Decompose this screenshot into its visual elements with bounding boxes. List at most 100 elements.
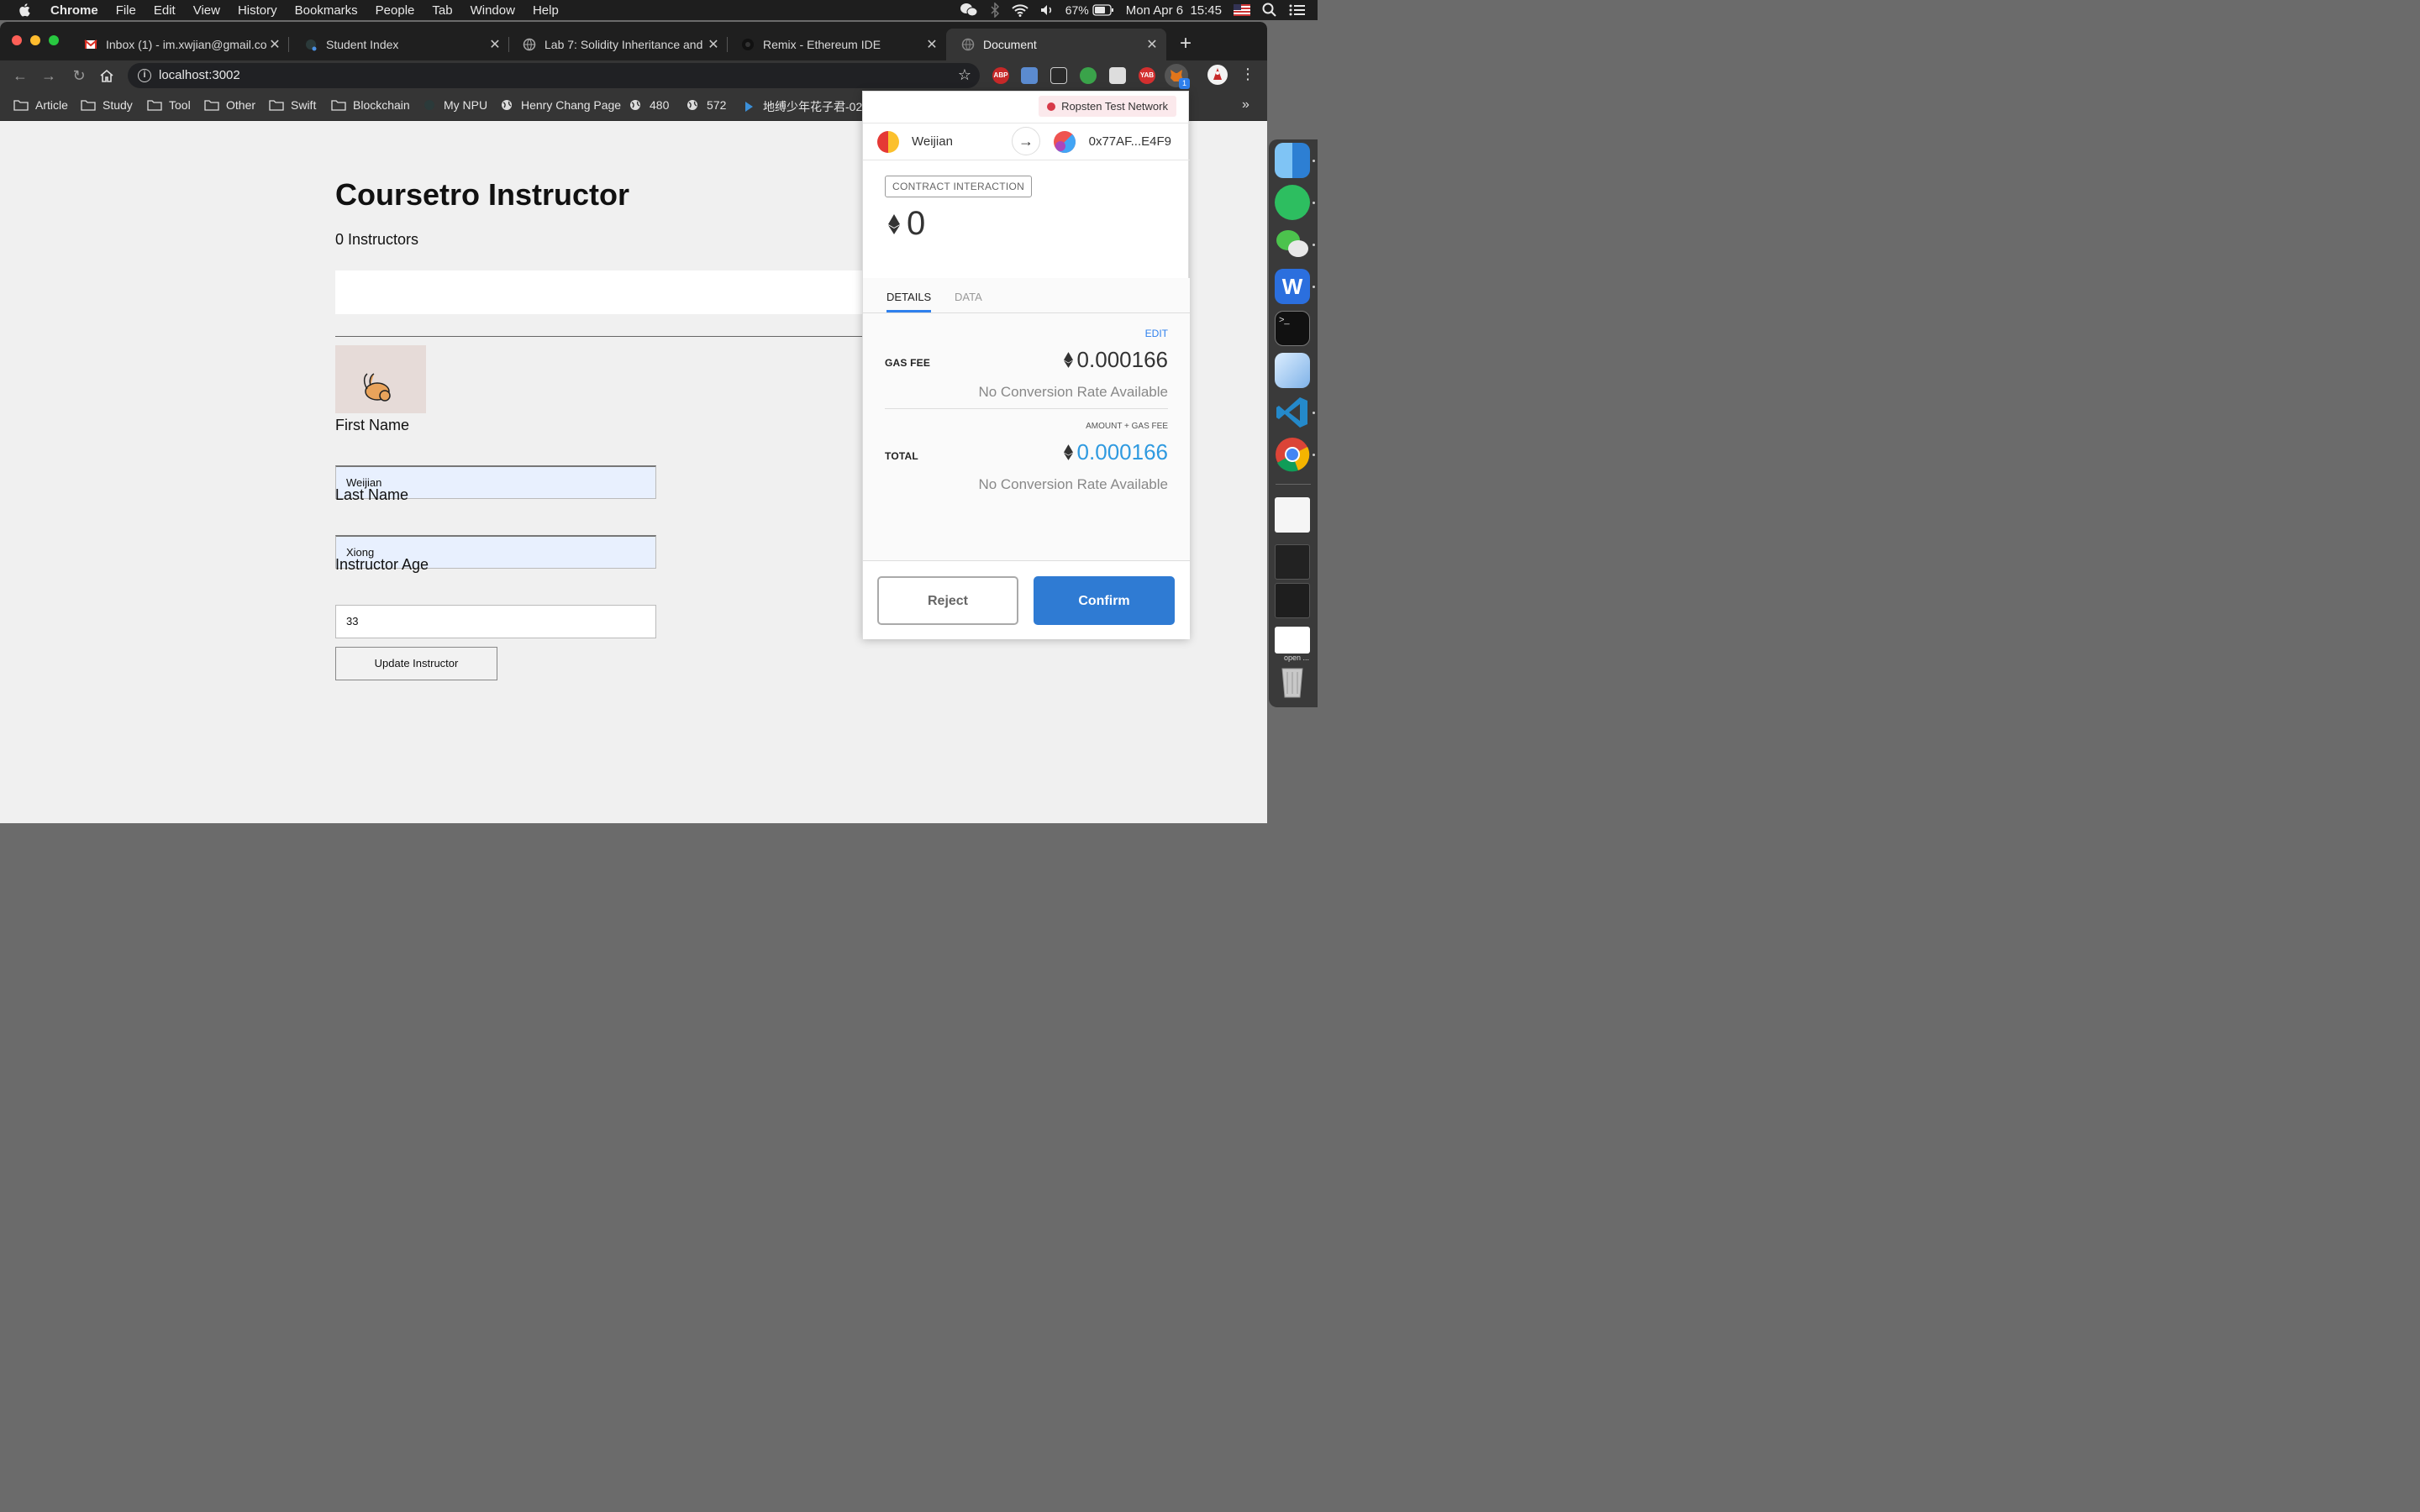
evernote-icon[interactable] [1275,185,1310,220]
menu-tab[interactable]: Tab [432,3,452,18]
minimize-window-button[interactable] [30,35,40,45]
tab-student-index[interactable]: Student Index ✕ [289,29,509,60]
folder-icon [331,100,346,111]
bookmark-article[interactable]: Article [13,98,68,112]
bookmark-572[interactable]: 572 [685,98,726,112]
confirm-button[interactable]: Confirm [1034,576,1175,625]
wechat-status-icon[interactable] [960,3,978,18]
volume-icon[interactable] [1040,3,1054,17]
tab-details[interactable]: DETAILS [886,291,932,312]
wechat-icon[interactable] [1275,227,1310,262]
tab-data[interactable]: DATA [955,291,982,303]
bookmark-henry-chang[interactable]: Henry Chang Page [499,98,621,112]
instructor-age-input[interactable]: 33 [335,605,656,638]
bookmark-blockchain[interactable]: Blockchain [331,98,410,112]
npu-icon [424,100,434,110]
url-text[interactable]: localhost:3002 [159,68,240,82]
menu-bookmarks[interactable]: Bookmarks [295,3,358,18]
bookmark-my-npu[interactable]: My NPU [422,98,487,112]
new-tab-button[interactable]: + [1175,34,1197,55]
terminal-icon[interactable]: >_ [1275,311,1310,346]
close-window-button[interactable] [12,35,22,45]
network-selector[interactable]: Ropsten Test Network [1039,96,1176,117]
gas-fee-conversion: No Conversion Rate Available [978,384,1168,400]
menu-history[interactable]: History [238,3,277,18]
evernote-extension-icon[interactable] [1080,67,1097,84]
adblock-icon[interactable]: ABP [992,67,1009,84]
minimized-vscode-window-icon[interactable] [1275,583,1310,618]
minimized-window-icon[interactable] [1275,544,1310,580]
reader-extension-icon[interactable] [1050,67,1067,84]
reload-icon[interactable]: ↻ [69,66,89,86]
forward-icon[interactable]: → [39,66,59,86]
minimized-document-icon[interactable] [1275,627,1310,654]
bookmark-label: Henry Chang Page [521,98,622,112]
wifi-icon[interactable] [1012,3,1028,17]
menu-edit[interactable]: Edit [154,3,176,18]
yab-extension-icon[interactable]: YAB [1139,67,1155,84]
bluetooth-icon[interactable] [990,3,1000,18]
cube-extension-icon[interactable] [1109,67,1126,84]
trash-icon[interactable] [1275,664,1310,699]
clock[interactable]: Mon Apr 6 15:45 [1126,3,1222,18]
tab-remix[interactable]: Remix - Ethereum IDE ✕ [726,29,946,60]
amount-value: 0 [907,205,926,242]
menu-help[interactable]: Help [533,3,559,18]
chrome-icon[interactable] [1275,437,1310,472]
apple-icon[interactable] [17,2,34,18]
profile-avatar[interactable] [1207,65,1228,85]
tab-lab7[interactable]: Lab 7: Solidity Inheritance and D ✕ [508,29,728,60]
edit-gas-link[interactable]: EDIT [1145,328,1168,339]
tab-close-icon[interactable]: ✕ [487,36,502,53]
globe-icon [502,100,512,110]
bookmark-tool[interactable]: Tool [147,98,191,112]
address-bar[interactable]: i localhost:3002 ☆ [128,63,980,88]
chrome-menu-icon[interactable]: ⋮ [1240,66,1255,83]
finder-icon[interactable] [1275,143,1310,178]
home-icon[interactable] [99,68,114,83]
tab-document[interactable]: Document ✕ [946,29,1166,60]
back-icon[interactable]: ← [10,66,30,86]
page-title: Coursetro Instructor [335,177,630,212]
divider [335,336,873,337]
tab-inbox[interactable]: Inbox (1) - im.xwjian@gmail.com ✕ [69,29,289,60]
notification-center-icon[interactable] [1289,3,1306,17]
tab-close-icon[interactable]: ✕ [706,36,721,53]
bookmark-star-icon[interactable]: ☆ [958,66,971,84]
menu-view[interactable]: View [193,3,220,18]
menu-app-name[interactable]: Chrome [50,3,98,18]
account-transfer-row: Weijian → 0x77AF...E4F9 [863,123,1190,160]
battery-icon[interactable] [1092,4,1114,16]
virtualbox-icon[interactable] [1275,353,1310,388]
site-info-icon[interactable]: i [138,69,151,82]
globe-icon [630,100,640,110]
image-extension-icon[interactable] [1021,67,1038,84]
from-account-name[interactable]: Weijian [912,134,953,149]
bookmark-other[interactable]: Other [204,98,255,112]
gas-fee-label: GAS FEE [885,357,931,369]
tab-close-icon[interactable]: ✕ [1144,36,1160,53]
tab-strip: Inbox (1) - im.xwjian@gmail.com ✕ Studen… [0,22,1267,60]
wps-icon[interactable]: W [1275,269,1310,304]
bookmarks-overflow-button[interactable]: » [1242,97,1249,113]
metamask-extension-button[interactable]: 1 [1165,64,1190,89]
vscode-icon[interactable] [1275,395,1310,430]
play-icon [745,102,753,112]
bookmark-video[interactable]: 地缚少年花子君-02 [741,98,862,115]
folder-icon[interactable] [1275,497,1310,533]
to-address[interactable]: 0x77AF...E4F9 [1089,134,1171,149]
reject-button[interactable]: Reject [877,576,1018,625]
menu-people[interactable]: People [376,3,415,18]
tab-close-icon[interactable]: ✕ [924,36,939,53]
bookmark-480[interactable]: 480 [628,98,669,112]
zoom-window-button[interactable] [49,35,59,45]
update-instructor-button[interactable]: Update Instructor [335,647,497,680]
bookmark-swift[interactable]: Swift [269,98,316,112]
bookmark-study[interactable]: Study [81,98,133,112]
us-flag-icon[interactable] [1234,4,1250,16]
spotlight-search-icon[interactable] [1262,3,1277,18]
menu-window[interactable]: Window [471,3,515,18]
tab-close-icon[interactable]: ✕ [267,36,282,53]
globe-icon [961,38,975,51]
menu-file[interactable]: File [116,3,136,18]
